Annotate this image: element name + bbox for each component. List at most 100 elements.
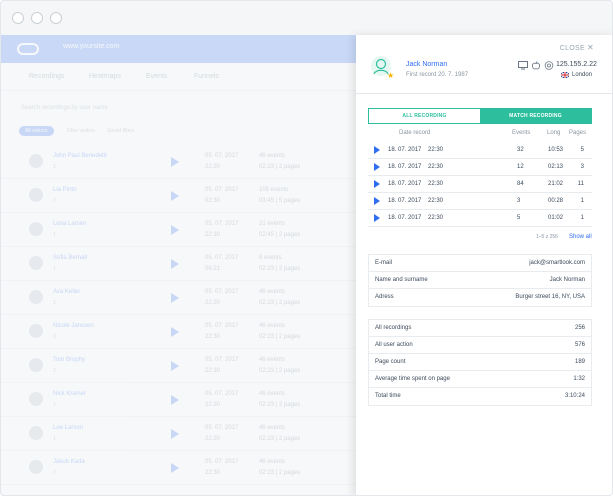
- chip-saved-filters[interactable]: Saved filters: [101, 126, 141, 136]
- visitor-name[interactable]: Sofia Bernall: [53, 255, 87, 261]
- visitor-name[interactable]: Nicole Janssen: [53, 323, 94, 329]
- visitor-count: 2: [53, 164, 56, 170]
- recording-time: 22:30: [428, 181, 444, 187]
- contact-row-label: E-mail: [375, 260, 393, 266]
- table-row[interactable]: Lia Pinto 2 05. 07. 2017 02:30 105 events 03:…: [1, 179, 356, 213]
- recording-date: 18. 07. 2017: [388, 198, 422, 204]
- row-pages: 02:23 | 2 pages: [259, 164, 301, 170]
- table-row[interactable]: Ava Keller 2 05. 07. 2017 22:30 46 events 02:…: [1, 281, 356, 315]
- stat-row-label: Page count: [375, 359, 406, 365]
- recording-row[interactable]: 18. 07. 2017 22:30 12 02:13 3: [368, 159, 592, 176]
- recording-long: 02:13: [548, 164, 564, 170]
- tab-recordings[interactable]: Recordings: [29, 73, 64, 80]
- visitor-name[interactable]: Tom Brophy: [53, 357, 85, 363]
- table-row[interactable]: Nicole Janssen 3 05. 07. 2017 22:30 46 event…: [1, 315, 356, 349]
- recording-pages: 5: [580, 147, 584, 153]
- play-icon[interactable]: [374, 214, 380, 222]
- play-icon[interactable]: [171, 463, 179, 473]
- play-icon[interactable]: [374, 197, 380, 205]
- recording-date: 18. 07. 2017: [388, 147, 422, 153]
- user-name[interactable]: Jack Norman: [406, 61, 447, 68]
- row-pages: 02:23 | 2 pages: [259, 334, 301, 340]
- site-selector[interactable]: www.yoursite.com: [63, 43, 119, 50]
- background-topbar: www.yoursite.com: [1, 35, 356, 63]
- recording-row[interactable]: 18. 07. 2017 22:30 84 21:02 11: [368, 176, 592, 193]
- row-events: 46 events: [259, 153, 286, 159]
- stat-row: Page count 189: [369, 354, 591, 371]
- row-date: 05. 07. 2017: [205, 221, 239, 227]
- recording-time: 22:30: [428, 164, 444, 170]
- recordings-table: 18. 07. 2017 22:30 32 10:53 5 18. 07. 2017 22:…: [368, 142, 592, 227]
- play-icon[interactable]: [171, 225, 179, 235]
- row-time: 22:30: [205, 164, 221, 170]
- close-button[interactable]: CLOSE ✕: [560, 43, 594, 52]
- show-all-link[interactable]: Show all: [569, 234, 592, 240]
- visitor-name[interactable]: Lia Pinto: [53, 187, 76, 193]
- recording-time: 22:30: [428, 198, 444, 204]
- tab-events[interactable]: Events: [146, 73, 167, 80]
- visitor-name[interactable]: John Paul Benedetti: [53, 153, 107, 159]
- row-date: 05. 07. 2017: [205, 425, 239, 431]
- play-icon[interactable]: [171, 157, 179, 167]
- play-icon[interactable]: [171, 191, 179, 201]
- recording-toggle: ALL RECORDING MATCH RECORDING: [368, 108, 592, 124]
- row-date: 05. 07. 2017: [205, 153, 239, 159]
- play-icon[interactable]: [374, 180, 380, 188]
- ip-address: 125.155.2.22: [556, 61, 597, 68]
- contact-row-value: Burger street 16, NY, USA: [515, 294, 585, 300]
- stat-row-label: All user action: [375, 342, 413, 348]
- contact-row-label: Name and surname: [375, 277, 428, 283]
- table-row[interactable]: Nick Kramer 2 05. 07. 2017 22:30 46 events 02…: [1, 383, 356, 417]
- chip-all-visitors[interactable]: All visitors: [19, 126, 54, 136]
- logo-icon: [17, 43, 39, 55]
- visitor-name[interactable]: Lee Larson: [53, 425, 83, 431]
- table-row[interactable]: Lee Larson 1 05. 07. 2017 22:30 46 events 02:…: [1, 417, 356, 451]
- row-date: 05. 07. 2017: [205, 187, 239, 193]
- background-search-input[interactable]: Search recordings by user name: [21, 105, 221, 117]
- play-icon[interactable]: [171, 361, 179, 371]
- tab-heatmaps[interactable]: Heatmaps: [89, 73, 121, 80]
- tab-funnels[interactable]: Funnels: [194, 73, 219, 80]
- row-date: 05. 07. 2017: [205, 391, 239, 397]
- app-window: www.yoursite.com Recordings Heatmaps Eve…: [0, 0, 613, 496]
- table-row[interactable]: Tom Brophy 2 05. 07. 2017 22:30 46 events 02:…: [1, 349, 356, 383]
- table-row[interactable]: Sofia Bernall 1 05. 07. 2017 06:21 8 events 0…: [1, 247, 356, 281]
- table-row[interactable]: John Paul Benedetti 2 05. 07. 2017 22:30 46 …: [1, 145, 356, 179]
- play-icon[interactable]: [374, 163, 380, 171]
- visitor-count: 3: [53, 334, 56, 340]
- stat-row: Total time 3:10:24: [369, 388, 591, 405]
- row-date: 05. 07. 2017: [205, 357, 239, 363]
- recording-long: 01:02: [548, 215, 564, 221]
- recording-row[interactable]: 18. 07. 2017 22:30 5 01:02 1: [368, 210, 592, 227]
- visitor-count: 1: [53, 232, 56, 238]
- play-icon[interactable]: [171, 259, 179, 269]
- visitor-count: 1: [53, 266, 56, 272]
- row-pages: 02:23 | 2 pages: [259, 402, 301, 408]
- play-icon[interactable]: [171, 395, 179, 405]
- favorite-star-icon[interactable]: ★: [387, 71, 394, 80]
- play-icon[interactable]: [171, 327, 179, 337]
- play-icon[interactable]: [171, 429, 179, 439]
- avatar: [29, 392, 43, 406]
- visitor-name[interactable]: Nick Kramer: [53, 391, 86, 397]
- recording-long: 10:53: [548, 147, 564, 153]
- all-recording-tab[interactable]: ALL RECORDING: [369, 109, 480, 123]
- pagination-info: 1–5 z 256: [536, 234, 558, 240]
- visitor-name[interactable]: Ava Keller: [53, 289, 80, 295]
- visitor-name[interactable]: Jakub Kada: [53, 459, 85, 465]
- table-row[interactable]: Lena Larsen 1 05. 07. 2017 22:30 21 events 02…: [1, 213, 356, 247]
- window-close-dot[interactable]: [12, 12, 24, 24]
- stat-row: All user action 576: [369, 337, 591, 354]
- play-icon[interactable]: [374, 146, 380, 154]
- chip-filter-visitors[interactable]: Filter visitors: [61, 126, 102, 136]
- play-icon[interactable]: [171, 293, 179, 303]
- avatar: [29, 426, 43, 440]
- visitor-name[interactable]: Lena Larsen: [53, 221, 86, 227]
- recording-row[interactable]: 18. 07. 2017 22:30 32 10:53 5: [368, 142, 592, 159]
- window-maximize-dot[interactable]: [50, 12, 62, 24]
- match-recording-tab[interactable]: MATCH RECORDING: [480, 109, 591, 123]
- recording-row[interactable]: 18. 07. 2017 22:30 3 00:28 1: [368, 193, 592, 210]
- window-minimize-dot[interactable]: [31, 12, 43, 24]
- table-row[interactable]: Jakub Kada 2 05. 07. 2017 22:30 46 events 02:…: [1, 451, 356, 485]
- visitor-count: 2: [53, 470, 56, 476]
